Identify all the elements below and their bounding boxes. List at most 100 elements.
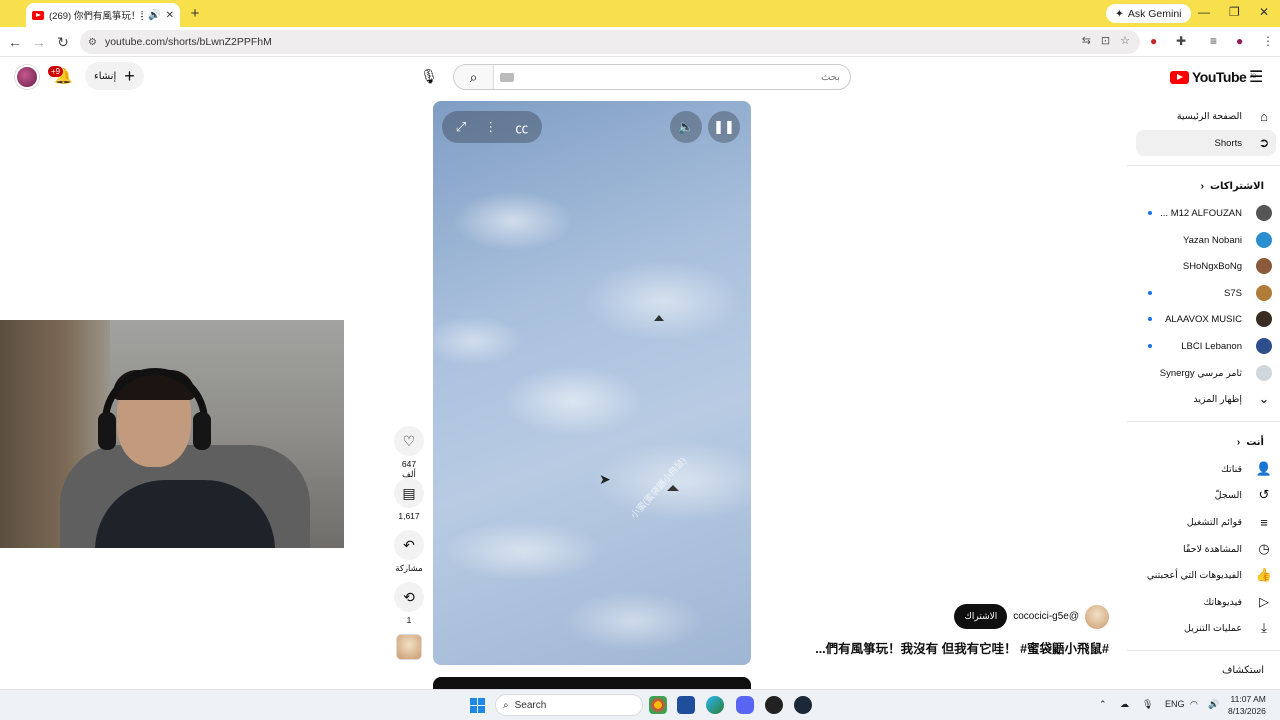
sound-avatar[interactable] xyxy=(396,634,422,660)
sidebar-item-subscription[interactable]: SHoNgxBoNg xyxy=(1183,253,1272,279)
you-heading-label: أنت xyxy=(1246,437,1264,448)
heart-icon: ♡ xyxy=(394,426,424,456)
sidebar-item-shorts[interactable]: ➲ Shorts xyxy=(1136,130,1276,156)
sidebar-item-liked-videos[interactable]: 👍 الفيديوهات التي أعجبتني xyxy=(1147,562,1272,588)
sidebar-item-subscription[interactable]: M12 ALFOUZAN ... xyxy=(1160,200,1272,226)
player-controls-left: ⤢ ⋮ ㏄ xyxy=(442,111,542,143)
keyboard-icon[interactable] xyxy=(500,72,514,82)
subscriptions-heading[interactable]: الاشتراكات ‹ xyxy=(1201,181,1264,192)
youtube-favicon-icon xyxy=(32,10,44,20)
search-input[interactable] xyxy=(514,66,850,88)
show-more-label: إظهار المزيد xyxy=(1193,393,1242,405)
tray-chevron-icon[interactable]: ⌃ xyxy=(1099,699,1107,710)
windows-start-icon[interactable] xyxy=(470,698,485,713)
sidebar-item-watch-later[interactable]: ◷ المشاهدة لاحقًا xyxy=(1183,536,1272,562)
sidebar-item-subscription[interactable]: S7S xyxy=(1224,280,1272,306)
close-tab-icon[interactable]: ✕ xyxy=(166,10,174,21)
browser-menu-icon[interactable]: ⋮ xyxy=(1262,34,1274,48)
history-icon: ↺ xyxy=(1258,487,1270,502)
next-short-preview[interactable] xyxy=(433,677,751,689)
sidebar-item-playlists[interactable]: ≡ قوائم التشغيل xyxy=(1187,509,1272,535)
sidebar-item-subscription[interactable]: Yazan Nobani xyxy=(1183,227,1272,253)
address-bar[interactable]: ⚙ youtube.com/shorts/bLwnZ2PPFhM ⇆ ⊡ ☆ xyxy=(80,30,1140,54)
translate-icon[interactable]: ⇆ xyxy=(1082,34,1091,47)
create-button[interactable]: إنشاء + xyxy=(85,62,144,90)
back-icon[interactable]: ← xyxy=(6,33,24,51)
wifi-icon[interactable]: ◠ xyxy=(1190,699,1198,710)
voice-search-mic-icon[interactable]: 🎙 xyxy=(417,64,441,88)
volume-icon: 🔈 xyxy=(677,119,695,134)
chrome-icon[interactable] xyxy=(649,696,667,714)
language-indicator[interactable]: ENG xyxy=(1165,699,1185,709)
speaker-tray-icon[interactable]: 🔊 xyxy=(1208,699,1219,710)
sidebar-item-label: السجلّ xyxy=(1214,489,1242,501)
install-icon[interactable]: ⊡ xyxy=(1101,34,1110,47)
sidebar-item-subscription[interactable]: LBCI Lebanon xyxy=(1181,333,1272,359)
headphone-cup-right xyxy=(193,412,211,450)
short-title[interactable]: ...們有風箏玩！我沒有 但我有它哇！ #蜜袋鼯小飛鼠# xyxy=(815,638,1109,657)
steam-icon[interactable] xyxy=(794,696,812,714)
sidebar-item-home[interactable]: ⌂ الصفحة الرئيسية xyxy=(1177,103,1272,129)
channel-avatar[interactable] xyxy=(1085,604,1109,629)
sidebar-item-subscription[interactable]: ثامر مرسي Synergy xyxy=(1160,360,1272,386)
app-icon[interactable] xyxy=(765,696,783,714)
remix-button[interactable]: ⟲ 1 xyxy=(394,582,424,625)
extensions-puzzle-icon[interactable]: ✚ xyxy=(1176,34,1186,48)
fullscreen-icon[interactable]: ⤢ xyxy=(456,119,466,135)
chevron-left-icon: ‹ xyxy=(1236,437,1241,448)
ask-gemini-label: Ask Gemini xyxy=(1127,7,1182,20)
taskbar-clock[interactable]: 11:07 AM 8/13/2026 xyxy=(1228,693,1266,717)
new-tab-button[interactable]: + xyxy=(186,5,204,23)
sidebar-item-subscription[interactable]: ALAAVOX MUSIC xyxy=(1165,306,1272,332)
reload-icon[interactable]: ↻ xyxy=(54,33,72,51)
share-icon: ↶ xyxy=(394,530,424,560)
extension-icon[interactable]: ● xyxy=(1150,34,1157,48)
show-more-button[interactable]: ⌄ إظهار المزيد xyxy=(1193,386,1272,412)
speaker-icon[interactable]: 🔊 xyxy=(148,10,160,21)
more-options-icon[interactable]: ⋮ xyxy=(484,119,497,135)
windows-taskbar: ⌕ Search ⌃ ☁ 🎙 ENG ◠ 🔊 11:07 AM 8/13/202… xyxy=(0,689,1280,720)
subscription-name: SHoNgxBoNg xyxy=(1182,260,1242,272)
youtube-logo[interactable]: YouTube JO xyxy=(1170,69,1256,85)
divider xyxy=(1127,421,1280,422)
account-avatar[interactable] xyxy=(15,65,39,89)
like-button[interactable]: ♡ 647 ألف xyxy=(394,426,424,480)
minimize-icon[interactable]: — xyxy=(1198,5,1210,19)
volume-button[interactable]: 🔈 xyxy=(670,111,702,143)
subscribe-button[interactable]: الاشتراك xyxy=(954,604,1008,629)
sidebar-item-your-channel[interactable]: 👤 قناتك xyxy=(1221,456,1272,482)
store-icon[interactable] xyxy=(677,696,695,714)
share-button[interactable]: ↶ مشاركة xyxy=(394,530,424,574)
restore-icon[interactable]: ❐ xyxy=(1229,5,1240,19)
create-label: إنشاء xyxy=(94,70,117,82)
close-window-icon[interactable]: ✕ xyxy=(1259,5,1269,19)
cloud-icon[interactable]: ☁ xyxy=(1120,699,1129,710)
taskbar-search[interactable]: ⌕ Search xyxy=(495,694,643,716)
channel-avatar xyxy=(1256,285,1272,301)
shorts-video-player[interactable]: ⤢ ⋮ ㏄ 🔈 ❚❚ 小蜜(蜜袋鼯小飛鼠) ➤ xyxy=(433,101,751,665)
search-button[interactable]: ⌕ xyxy=(454,65,494,89)
site-info-icon[interactable]: ⚙ xyxy=(88,37,97,48)
discord-icon[interactable] xyxy=(736,696,754,714)
notification-count-badge: +9 xyxy=(48,66,64,77)
sidebar-item-downloads[interactable]: ⤓ عمليات التنزيل xyxy=(1184,615,1272,641)
channel-name[interactable]: @cococici-g5e xyxy=(1013,611,1079,622)
bookmark-star-icon[interactable]: ☆ xyxy=(1120,34,1130,47)
forward-icon[interactable]: → xyxy=(30,33,48,51)
sidebar-item-history[interactable]: ↺ السجلّ xyxy=(1215,482,1272,508)
pause-button[interactable]: ❚❚ xyxy=(708,111,740,143)
pause-icon: ❚❚ xyxy=(713,119,735,134)
media-control-icon[interactable]: ≡ xyxy=(1210,34,1217,48)
clock-date: 8/13/2026 xyxy=(1228,706,1266,716)
remix-icon: ⟲ xyxy=(394,582,424,612)
mic-tray-icon[interactable]: 🎙 xyxy=(1142,699,1153,710)
captions-icon[interactable]: ㏄ xyxy=(515,118,528,137)
browser-tab[interactable]: (269) 你們有風箏玩！我沒有 🔊 ✕ xyxy=(26,3,180,27)
you-heading[interactable]: أنت ‹ xyxy=(1237,437,1264,448)
profile-avatar-icon[interactable]: ● xyxy=(1236,34,1243,48)
comments-button[interactable]: ▤ 1,617 xyxy=(394,478,424,521)
hamburger-menu-icon[interactable]: ☰ xyxy=(1249,67,1263,87)
edge-icon[interactable] xyxy=(706,696,724,714)
ask-gemini-button[interactable]: ✦ Ask Gemini xyxy=(1106,4,1191,23)
sidebar-item-your-videos[interactable]: ▷ فيديوهاتك xyxy=(1203,589,1272,615)
